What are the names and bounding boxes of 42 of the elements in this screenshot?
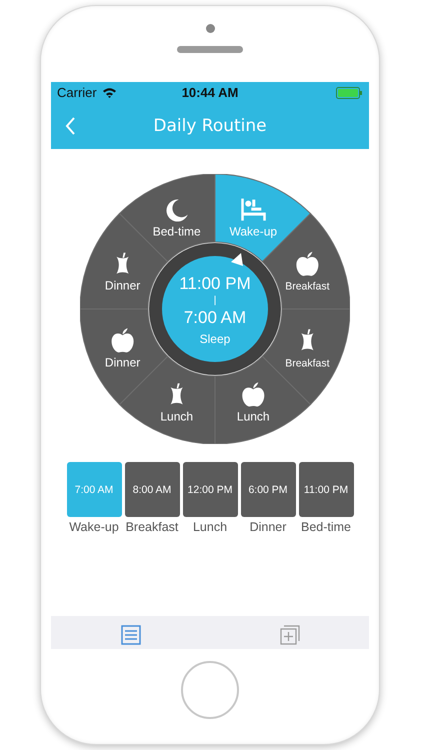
list-icon[interactable]	[120, 625, 140, 645]
carrier-text: Carrier	[57, 85, 97, 100]
time-label: Bed-time	[300, 520, 352, 534]
battery-icon	[336, 86, 363, 98]
time-button[interactable]: 12:00 PM	[182, 462, 238, 517]
time-button[interactable]: 11:00 PM	[298, 462, 354, 517]
apple-icon	[242, 382, 264, 407]
time-label: Breakfast	[126, 520, 178, 534]
start-time: 11:00 PM	[179, 274, 251, 293]
apple-icon	[296, 252, 318, 276]
screen-title: Daily Routine	[153, 116, 267, 136]
apple-core-icon	[116, 252, 129, 274]
bed-icon	[241, 198, 266, 221]
end-time: 7:00 AM	[184, 308, 246, 327]
time-button[interactable]: 8:00 AM	[124, 462, 180, 517]
segment-label: Breakfast	[285, 357, 330, 370]
time-label: Wake-up	[69, 520, 119, 534]
pointer-icon	[231, 253, 243, 266]
apple-core-icon	[170, 383, 183, 404]
clock-time: 10:44 AM	[182, 85, 238, 100]
time-separator: |	[214, 295, 216, 306]
apple-core-icon	[301, 329, 314, 350]
segment-label: Dinner	[104, 278, 140, 293]
wheel-segment[interactable]	[80, 308, 168, 405]
wheel-segment[interactable]	[119, 174, 216, 262]
segment-label: Lunch	[236, 409, 270, 424]
moon-icon	[166, 200, 188, 222]
camera-dot	[206, 24, 214, 33]
wifi-icon	[102, 87, 117, 98]
speaker-slot	[177, 46, 243, 53]
apple-icon	[112, 328, 134, 352]
segment-label: Breakfast	[285, 280, 330, 293]
segment-label: Dinner	[104, 355, 140, 370]
segment-label: Bed-time	[152, 224, 201, 239]
wheel-segment[interactable]	[262, 308, 350, 405]
time-label: Dinner	[250, 520, 286, 534]
wheel-segment[interactable]	[214, 174, 311, 262]
activity-label: Sleep	[200, 332, 230, 346]
time-button[interactable]: 6:00 PM	[240, 462, 296, 517]
segment-label: Wake-up	[229, 224, 278, 239]
segment-label: Lunch	[160, 409, 194, 424]
time-label: Lunch	[192, 520, 228, 534]
